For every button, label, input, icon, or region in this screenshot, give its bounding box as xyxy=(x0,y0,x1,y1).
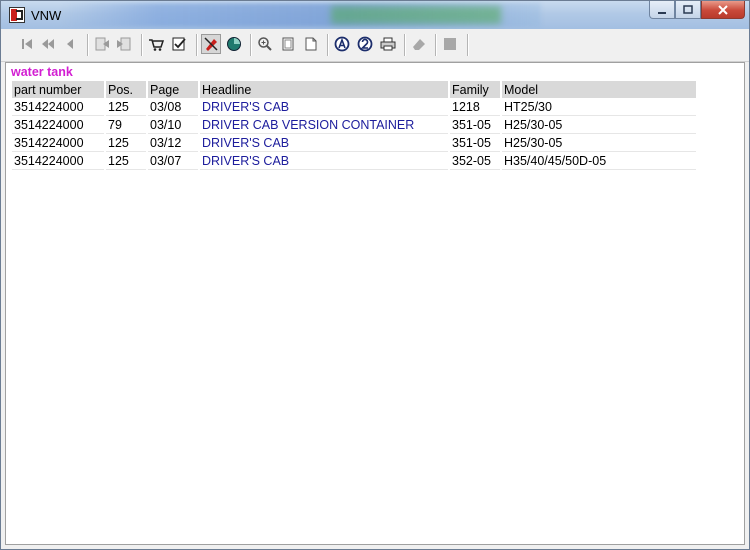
maximize-button[interactable] xyxy=(675,1,701,19)
cell-model: HT25/30 xyxy=(501,98,698,116)
stop-icon xyxy=(444,38,456,50)
first-icon xyxy=(22,39,32,49)
previous-page-icon xyxy=(42,39,54,49)
title-bar[interactable]: VNW xyxy=(1,1,749,29)
two-circle-icon xyxy=(357,36,373,52)
cell-part-number: 3514224000 xyxy=(12,98,106,116)
search-term-heading: water tank xyxy=(11,65,73,79)
cell-part-number: 3514224000 xyxy=(12,115,106,134)
first-button[interactable] xyxy=(18,35,36,53)
eraser-button[interactable] xyxy=(410,35,428,53)
table-row[interactable]: 3514224000 125 03/08 DRIVER'S CAB 1218 H… xyxy=(12,98,698,116)
cell-page: 03/08 xyxy=(147,98,200,116)
app-logo-icon[interactable] xyxy=(9,7,25,23)
cell-part-number: 3514224000 xyxy=(12,133,106,152)
column-header-family[interactable]: Family xyxy=(449,81,502,98)
cell-headline-link[interactable]: DRIVER CAB VERSION CONTAINER xyxy=(199,115,450,134)
checklist-icon xyxy=(172,37,186,51)
table-row[interactable]: 3514224000 125 03/12 DRIVER'S CAB 351-05… xyxy=(12,133,698,152)
cell-headline-link[interactable]: DRIVER'S CAB xyxy=(199,151,450,170)
cell-pos: 125 xyxy=(105,98,148,116)
cart-icon xyxy=(149,39,164,51)
print-icon xyxy=(380,37,396,51)
results-pane[interactable]: water tank part number Pos. Page Headlin… xyxy=(5,62,745,545)
page-icon xyxy=(282,37,294,51)
globe-icon xyxy=(227,37,241,51)
cell-page: 03/12 xyxy=(147,133,200,152)
maximize-icon xyxy=(683,4,693,14)
column-header-headline[interactable]: Headline xyxy=(199,81,450,98)
close-icon xyxy=(718,4,728,15)
toolbar xyxy=(1,29,749,62)
page-button[interactable] xyxy=(279,35,297,53)
cell-pos: 125 xyxy=(105,151,148,170)
column-header-page[interactable]: Page xyxy=(147,81,200,98)
cell-family: 352-05 xyxy=(449,151,502,170)
forward-doc-icon xyxy=(117,37,131,51)
a-circle-button[interactable] xyxy=(333,35,351,53)
column-header-model[interactable]: Model xyxy=(501,81,698,98)
page-fold-button[interactable] xyxy=(302,35,320,53)
two-circle-button[interactable] xyxy=(356,35,374,53)
checklist-button[interactable] xyxy=(170,35,188,53)
minimize-button[interactable] xyxy=(649,1,675,19)
table-row[interactable]: 3514224000 125 03/07 DRIVER'S CAB 352-05… xyxy=(12,151,698,170)
page-fold-icon xyxy=(305,37,317,51)
marker-button[interactable] xyxy=(201,34,221,54)
forward-document-button[interactable] xyxy=(115,35,133,53)
close-button[interactable] xyxy=(701,1,745,19)
cell-headline-link[interactable]: DRIVER'S CAB xyxy=(199,133,450,152)
table-row[interactable]: 3514224000 79 03/10 DRIVER CAB VERSION C… xyxy=(12,115,698,134)
zoom-button[interactable] xyxy=(256,35,274,53)
window-title: VNW xyxy=(31,8,62,23)
cell-headline-link[interactable]: DRIVER'S CAB xyxy=(199,98,450,116)
back-document-button[interactable] xyxy=(93,35,111,53)
cell-family: 351-05 xyxy=(449,115,502,134)
previous-page-button[interactable] xyxy=(39,35,57,53)
cell-model: H25/30-05 xyxy=(501,133,698,152)
cell-model: H35/40/45/50D-05 xyxy=(501,151,698,170)
cell-part-number: 3514224000 xyxy=(12,151,106,170)
back-doc-icon xyxy=(95,37,109,51)
zoom-icon xyxy=(258,37,272,51)
a-circle-icon xyxy=(334,36,350,52)
globe-button[interactable] xyxy=(225,35,243,53)
cell-pos: 125 xyxy=(105,133,148,152)
minimize-icon xyxy=(658,11,666,14)
stop-button[interactable] xyxy=(441,35,459,53)
previous-icon xyxy=(67,39,73,49)
cart-button[interactable] xyxy=(147,35,165,53)
eraser-icon xyxy=(413,39,425,50)
app-window: VNW water tank part number Pos. Page Hea… xyxy=(0,0,750,550)
cell-page: 03/07 xyxy=(147,151,200,170)
cell-pos: 79 xyxy=(105,115,148,134)
cell-family: 1218 xyxy=(449,98,502,116)
cell-family: 351-05 xyxy=(449,133,502,152)
column-header-pos[interactable]: Pos. xyxy=(105,81,148,98)
column-header-part-number[interactable]: part number xyxy=(12,81,106,98)
table-header-row: part number Pos. Page Headline Family Mo… xyxy=(12,81,698,98)
print-button[interactable] xyxy=(379,35,397,53)
cell-model: H25/30-05 xyxy=(501,115,698,134)
previous-button[interactable] xyxy=(61,35,79,53)
title-bar-background xyxy=(61,3,541,27)
cell-page: 03/10 xyxy=(147,115,200,134)
results-table: part number Pos. Page Headline Family Mo… xyxy=(12,81,698,170)
marker-icon xyxy=(204,37,218,51)
